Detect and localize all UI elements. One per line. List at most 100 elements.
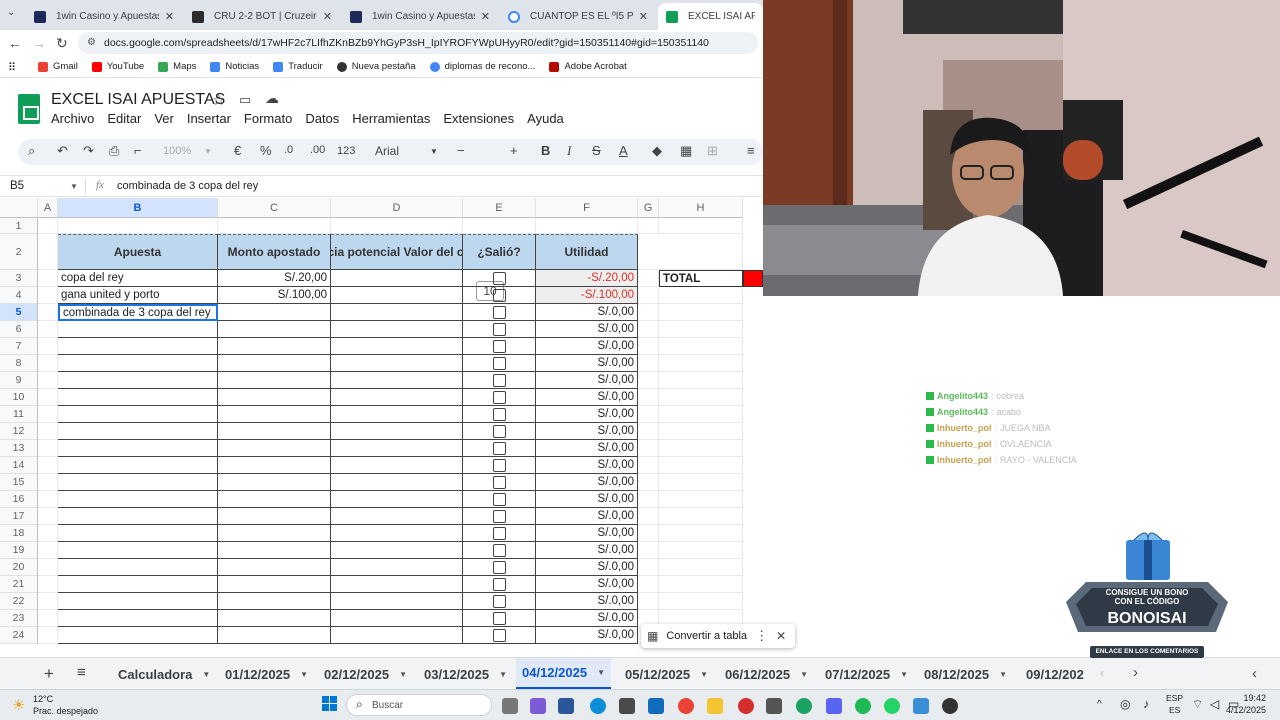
chevron-down-icon[interactable]: ▼ bbox=[800, 670, 808, 679]
cell-monto[interactable] bbox=[218, 559, 331, 576]
currency-button[interactable]: € bbox=[234, 143, 241, 158]
outlook-icon[interactable] bbox=[648, 698, 664, 714]
cell[interactable] bbox=[38, 423, 58, 440]
sheet-tab[interactable]: 01/12/2025 ▼ bbox=[219, 658, 314, 690]
cell-apuesta[interactable] bbox=[58, 610, 218, 627]
decrease-decimals-button[interactable]: .0 bbox=[284, 144, 293, 156]
cell-apuesta[interactable] bbox=[58, 389, 218, 406]
cell[interactable] bbox=[659, 355, 743, 372]
cell-monto[interactable] bbox=[218, 406, 331, 423]
chrome-active-icon[interactable] bbox=[796, 698, 812, 714]
cell[interactable] bbox=[38, 338, 58, 355]
cell[interactable] bbox=[659, 525, 743, 542]
checkbox[interactable] bbox=[492, 288, 506, 302]
checkbox[interactable] bbox=[492, 390, 506, 404]
cell-ganancia[interactable] bbox=[331, 372, 463, 389]
cell-ganancia[interactable] bbox=[331, 389, 463, 406]
cell-ganancia[interactable] bbox=[331, 321, 463, 338]
chevron-down-icon[interactable]: ▼ bbox=[399, 670, 407, 679]
checkbox[interactable] bbox=[492, 509, 506, 523]
cell[interactable] bbox=[659, 321, 743, 338]
row-header-6[interactable]: 6 bbox=[0, 321, 38, 338]
cell-monto[interactable] bbox=[218, 372, 331, 389]
cell-monto[interactable] bbox=[218, 627, 331, 644]
cell-apuesta[interactable] bbox=[58, 576, 218, 593]
row-header-8[interactable]: 8 bbox=[0, 355, 38, 372]
document-title[interactable]: EXCEL ISAI APUESTAS bbox=[51, 91, 225, 109]
row-header-5[interactable]: 5 bbox=[0, 304, 38, 321]
cell-ganancia[interactable] bbox=[331, 525, 463, 542]
row-header-20[interactable]: 20 bbox=[0, 559, 38, 576]
text-color-icon[interactable]: A bbox=[619, 143, 628, 158]
cell-apuesta[interactable] bbox=[58, 627, 218, 644]
checkbox[interactable] bbox=[492, 373, 506, 387]
cell-ganancia[interactable] bbox=[331, 355, 463, 372]
convert-to-table-button[interactable]: Convertir a tabla bbox=[666, 630, 747, 642]
row-header-2[interactable]: 2 bbox=[0, 234, 38, 270]
tab-search-icon[interactable]: ⌄ bbox=[7, 7, 15, 18]
checkbox[interactable] bbox=[492, 441, 506, 455]
spotify-icon[interactable] bbox=[855, 698, 871, 714]
cell-utilidad[interactable]: S/.0,00 bbox=[536, 321, 638, 338]
cell-ganancia[interactable] bbox=[331, 270, 463, 287]
bold-icon[interactable]: B bbox=[541, 143, 550, 158]
browser-tab[interactable]: CUANTOP ES EL ºI5 POR CIEN ✕ bbox=[500, 3, 656, 30]
row-header-1[interactable]: 1 bbox=[0, 218, 38, 234]
cell-monto[interactable] bbox=[218, 542, 331, 559]
cell[interactable] bbox=[38, 372, 58, 389]
cell[interactable] bbox=[659, 559, 743, 576]
cell-monto[interactable] bbox=[218, 389, 331, 406]
cell-apuesta[interactable] bbox=[58, 525, 218, 542]
cell[interactable] bbox=[659, 406, 743, 423]
cell[interactable] bbox=[331, 218, 463, 234]
sheet-tab[interactable]: 09/12/202 bbox=[1020, 658, 1090, 690]
cell[interactable] bbox=[38, 389, 58, 406]
app-window-icon[interactable] bbox=[913, 698, 929, 714]
sheets-logo-icon[interactable] bbox=[18, 94, 40, 124]
add-sheet-icon[interactable]: + bbox=[44, 664, 54, 684]
checkbox[interactable] bbox=[492, 458, 506, 472]
star-icon[interactable]: ☆ bbox=[212, 91, 225, 109]
cell-monto[interactable] bbox=[218, 321, 331, 338]
cell[interactable] bbox=[659, 389, 743, 406]
cell-apuesta[interactable] bbox=[58, 474, 218, 491]
sheet-tab[interactable]: 03/12/2025 ▼ bbox=[418, 658, 513, 690]
cell[interactable] bbox=[38, 542, 58, 559]
weather-icon[interactable]: ☀ bbox=[12, 696, 25, 714]
cell[interactable] bbox=[38, 355, 58, 372]
weather-temp[interactable]: 12°C bbox=[33, 694, 53, 704]
cell[interactable] bbox=[638, 508, 659, 525]
edge-icon[interactable] bbox=[590, 698, 606, 714]
cell-utilidad[interactable]: S/.0,00 bbox=[536, 593, 638, 610]
cell-ganancia[interactable] bbox=[331, 304, 463, 321]
cell[interactable] bbox=[638, 542, 659, 559]
cell[interactable] bbox=[38, 440, 58, 457]
font-select[interactable]: Arial bbox=[375, 144, 399, 158]
cell[interactable] bbox=[638, 440, 659, 457]
cell-apuesta[interactable] bbox=[58, 491, 218, 508]
cell[interactable] bbox=[638, 559, 659, 576]
cell[interactable] bbox=[38, 525, 58, 542]
column-header-d[interactable]: D bbox=[331, 198, 463, 218]
cell-apuesta[interactable] bbox=[58, 542, 218, 559]
cell[interactable] bbox=[38, 610, 58, 627]
cell-monto[interactable] bbox=[218, 508, 331, 525]
checkbox[interactable] bbox=[492, 492, 506, 506]
sheet-tab[interactable]: 04/12/2025 ▼ bbox=[516, 658, 611, 690]
sheet-tab[interactable]: 06/12/2025 ▼ bbox=[719, 658, 814, 690]
cell-ganancia[interactable] bbox=[331, 423, 463, 440]
cell-ganancia[interactable] bbox=[331, 440, 463, 457]
cell-utilidad[interactable]: S/.0,00 bbox=[536, 406, 638, 423]
cell[interactable] bbox=[659, 287, 743, 304]
clock-time[interactable]: 19:42 bbox=[1226, 693, 1266, 703]
cell-utilidad[interactable]: S/.0,00 bbox=[536, 457, 638, 474]
column-header-a[interactable]: A bbox=[38, 198, 58, 218]
cell-monto[interactable] bbox=[218, 355, 331, 372]
checkbox[interactable] bbox=[492, 611, 506, 625]
cell-utilidad[interactable]: S/.0,00 bbox=[536, 304, 638, 321]
cell[interactable] bbox=[638, 234, 743, 270]
more-formats-button[interactable]: 123 bbox=[337, 145, 355, 157]
menu-insertar[interactable]: Insertar bbox=[187, 111, 231, 126]
cell[interactable] bbox=[536, 218, 638, 234]
borders-icon[interactable]: ▦ bbox=[680, 143, 692, 159]
